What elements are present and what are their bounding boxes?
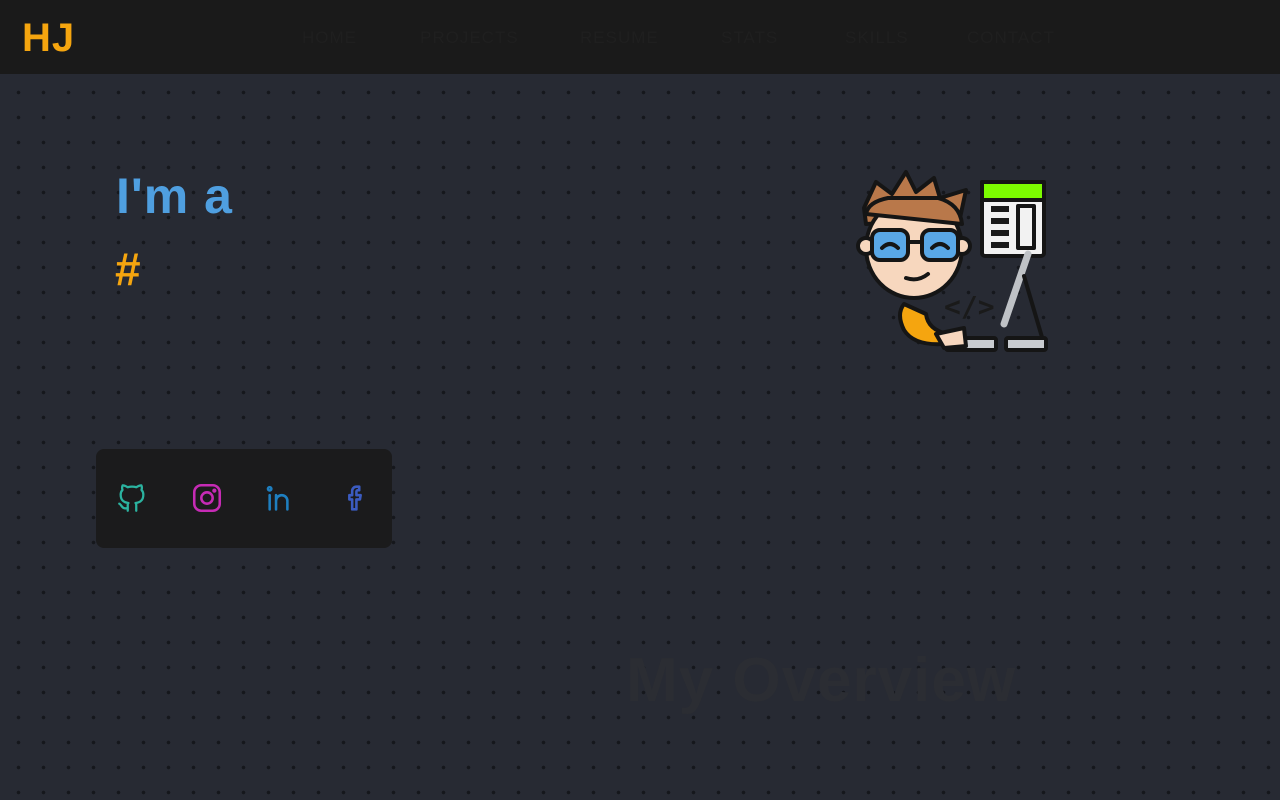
nav-item-projects[interactable]: PROJECTS — [420, 27, 519, 49]
nav-item-home[interactable]: HOME — [302, 27, 357, 49]
github-icon[interactable] — [115, 481, 149, 515]
nav-item-resume[interactable]: RESUME — [580, 27, 659, 49]
facebook-icon[interactable] — [338, 481, 372, 515]
hero-typed-role: # — [115, 243, 141, 295]
brand-logo[interactable]: HJ — [22, 16, 75, 60]
social-links-card — [96, 449, 392, 548]
svg-text:</>: </> — [944, 290, 995, 323]
overview-title: My Overview — [626, 646, 1017, 715]
nav-item-stats[interactable]: STATS — [721, 27, 778, 49]
nav-item-contact[interactable]: CONTACT — [967, 27, 1055, 49]
nav-item-skills[interactable]: SKILLS — [845, 27, 909, 49]
hero-intro: I'm a — [116, 168, 233, 224]
instagram-icon[interactable] — [190, 481, 224, 515]
developer-avatar-icon: </> — [848, 164, 1058, 364]
navbar: HJ HOME PROJECTS RESUME STATS SKILLS CON… — [0, 0, 1280, 74]
linkedin-icon[interactable] — [264, 481, 298, 515]
